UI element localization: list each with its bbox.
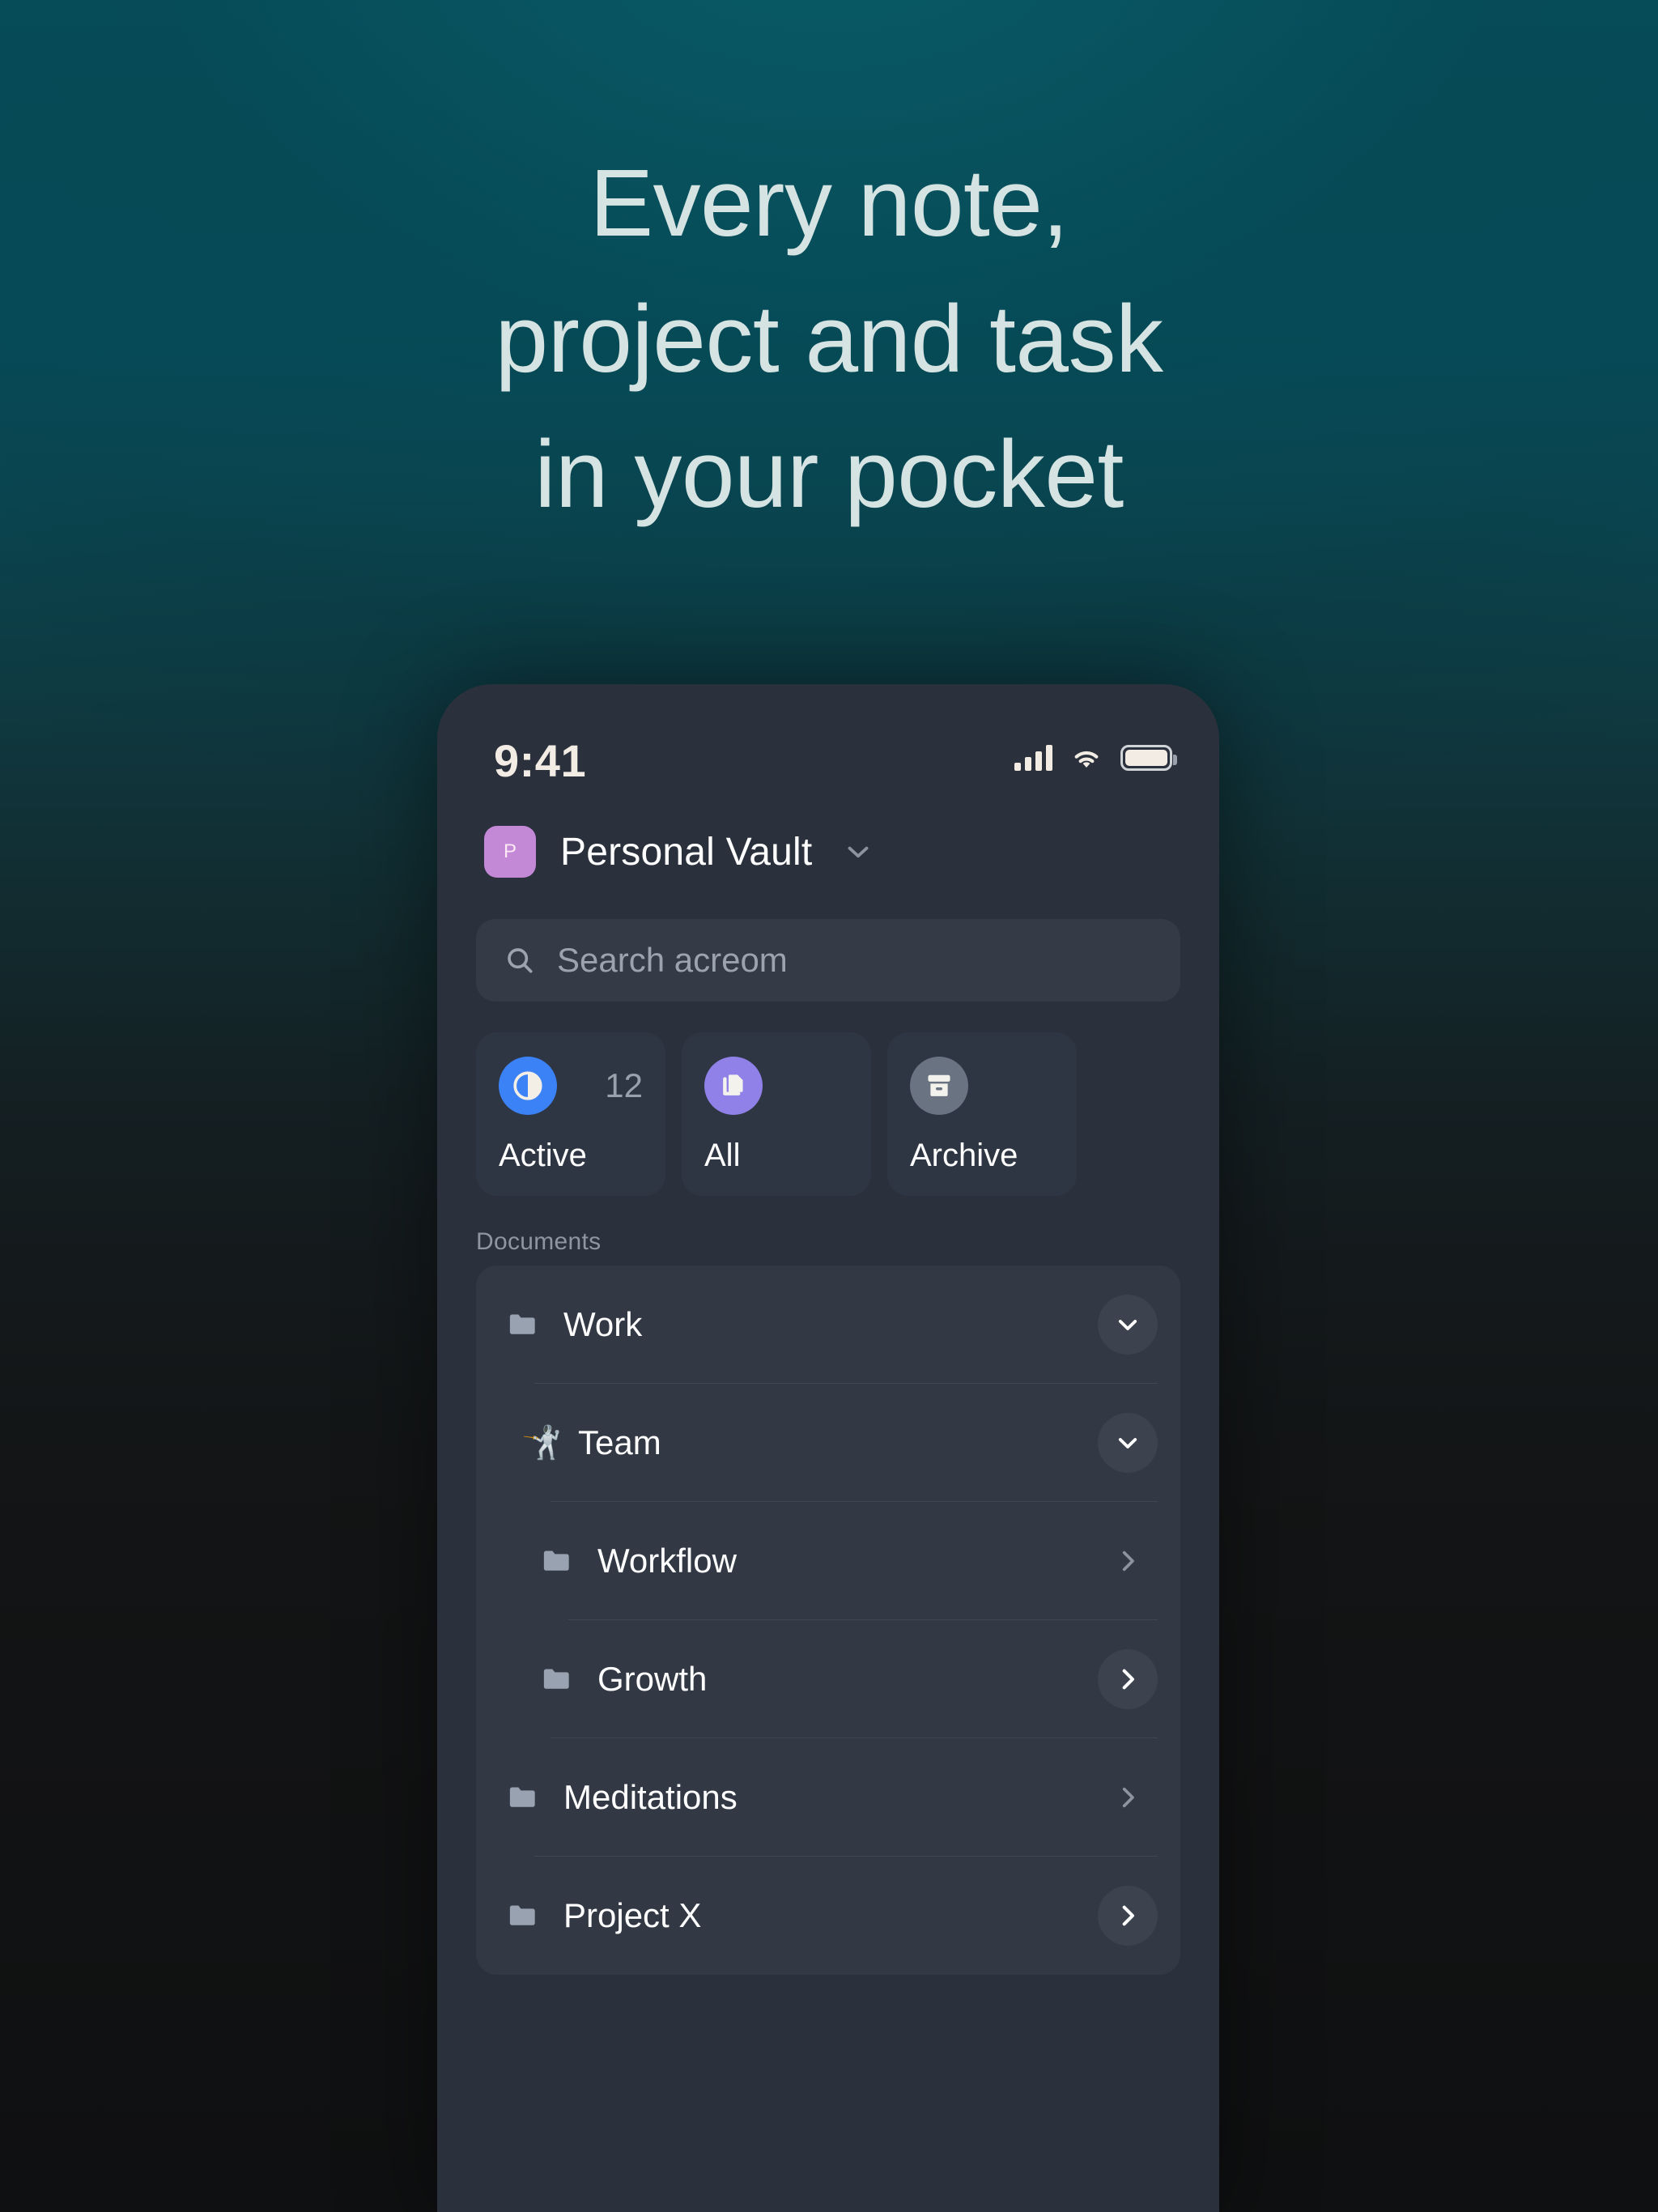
quick-card-all[interactable]: All: [682, 1032, 871, 1196]
documents-icon: [704, 1057, 763, 1115]
wifi-icon: [1070, 747, 1103, 771]
status-bar: 9:41: [437, 684, 1219, 798]
section-label-documents: Documents: [476, 1228, 602, 1255]
marketing-screenshot: Every note, project and task in your poc…: [0, 0, 1658, 2212]
folder-name: Growth: [597, 1660, 708, 1698]
search-icon: [504, 944, 536, 976]
vault-name: Personal Vault: [560, 830, 813, 874]
folder-name: Meditations: [563, 1778, 738, 1816]
folder-row-meditations[interactable]: Meditations: [476, 1738, 1180, 1857]
folder-row-growth[interactable]: Growth: [476, 1620, 1180, 1738]
status-bar-clock: 9:41: [494, 734, 587, 786]
folder-icon: [505, 1307, 541, 1342]
archive-box-icon: [910, 1057, 968, 1115]
folder-name: Project X: [563, 1896, 702, 1934]
folder-row-work[interactable]: Work: [476, 1266, 1180, 1384]
cellular-signal-icon: [1014, 745, 1052, 771]
battery-full-icon: [1120, 745, 1177, 771]
folder-icon: [539, 1661, 575, 1697]
vault-switcher[interactable]: P Personal Vault: [437, 807, 1219, 896]
folder-row-main: 🤺 Team: [521, 1423, 1098, 1462]
folder-row-team[interactable]: 🤺 Team: [476, 1384, 1180, 1502]
chevron-down-icon[interactable]: [1098, 1413, 1158, 1473]
quick-card-label: Archive: [910, 1138, 1018, 1173]
chevron-right-icon[interactable]: [1098, 1767, 1158, 1827]
folder-name: Team: [578, 1423, 661, 1461]
folder-row-workflow[interactable]: Workflow: [476, 1502, 1180, 1620]
folder-row-project-x[interactable]: Project X: [476, 1857, 1180, 1975]
quick-card-count: 12: [605, 1066, 643, 1104]
quick-card-label: All: [704, 1138, 741, 1173]
quick-card-header: 12: [499, 1057, 643, 1115]
avatar: P: [484, 826, 536, 878]
fencer-emoji-icon: 🤺: [521, 1425, 562, 1461]
quick-card-label: Active: [499, 1138, 587, 1173]
chevron-down-icon[interactable]: [1098, 1295, 1158, 1355]
chevron-right-icon[interactable]: [1098, 1649, 1158, 1709]
folder-row-main: Work: [505, 1305, 1098, 1344]
chevron-right-icon[interactable]: [1098, 1531, 1158, 1591]
folder-icon: [539, 1543, 575, 1579]
quick-card-header: [704, 1057, 848, 1115]
chevron-right-icon[interactable]: [1098, 1886, 1158, 1946]
folder-name: Work: [563, 1305, 643, 1343]
search-container: Search acreom: [437, 919, 1219, 1002]
marketing-headline: Every note, project and task in your poc…: [495, 150, 1163, 529]
quick-card-header: [910, 1057, 1054, 1115]
quick-card-active[interactable]: 12 Active: [476, 1032, 665, 1196]
folder-icon: [505, 1780, 541, 1815]
status-bar-icons: [1014, 745, 1177, 776]
avatar-initial: P: [503, 840, 517, 862]
folder-list: Work 🤺 Team Workflow Growth Meditations …: [476, 1266, 1180, 1975]
quick-filter-cards: 12 Active All Archive: [437, 1032, 1219, 1196]
folder-row-main: Workflow: [539, 1542, 1098, 1580]
phone-mockup: 9:41 P Personal Vault Search acreom 12 A…: [437, 684, 1219, 2212]
folder-row-main: Project X: [505, 1896, 1098, 1935]
folder-name: Workflow: [597, 1542, 737, 1580]
half-circle-icon: [499, 1057, 557, 1115]
search-placeholder: Search acreom: [557, 941, 788, 979]
chevron-down-icon[interactable]: [841, 835, 875, 869]
search-input[interactable]: Search acreom: [476, 919, 1180, 1002]
folder-row-main: Growth: [539, 1660, 1098, 1699]
folder-icon: [505, 1898, 541, 1933]
folder-row-main: Meditations: [505, 1778, 1098, 1817]
quick-card-archive[interactable]: Archive: [887, 1032, 1077, 1196]
